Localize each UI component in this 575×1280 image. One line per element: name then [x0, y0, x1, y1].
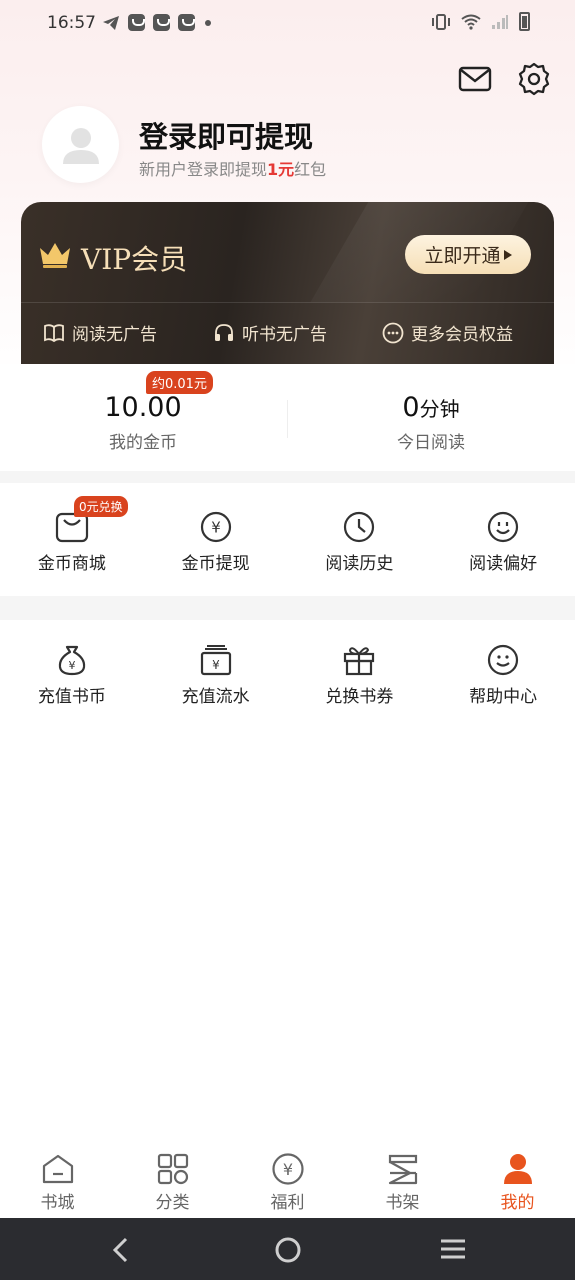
grid-label: 兑换书券 [325, 687, 394, 707]
svg-text:¥: ¥ [212, 658, 220, 672]
grid-item-coin-withdraw[interactable]: ¥ 金币提现 [144, 511, 288, 596]
grid-item-reading-preference[interactable]: 阅读偏好 [431, 511, 575, 596]
coins-label[interactable]: 我的金币 [53, 428, 233, 453]
grid-label: 帮助中心 [469, 687, 538, 707]
shop-app-icon [128, 14, 145, 31]
nav-label: 书架 [385, 1193, 420, 1213]
reading-time-value[interactable]: 0分钟 [341, 392, 521, 423]
tools-grid: 0元兑换 金币商城 ¥ 金币提现 阅读历史 阅读偏好 [0, 483, 575, 596]
stats-divider [287, 400, 288, 438]
play-icon [503, 249, 512, 260]
menu-icon[interactable] [440, 1238, 466, 1260]
vip-perk-no-ads-listening[interactable]: 听书无广告 [213, 320, 327, 345]
status-bar: 16:57 [0, 0, 575, 46]
nav-label: 福利 [270, 1193, 305, 1213]
shop-app-icon [153, 14, 170, 31]
vip-perk-no-ads-reading[interactable]: 阅读无广告 [43, 320, 157, 345]
svg-text:¥: ¥ [211, 519, 221, 537]
login-subtitle: 新用户登录即提现1元红包 [139, 156, 326, 180]
subtitle-text: 红包 [294, 160, 327, 179]
vip-open-button[interactable]: 立即开通 [405, 235, 531, 274]
category-icon [157, 1153, 188, 1185]
gift-icon [344, 647, 375, 676]
smiley-icon [488, 511, 519, 543]
grid-label: 阅读历史 [325, 554, 394, 574]
reading-time-label[interactable]: 今日阅读 [341, 428, 521, 453]
battery-icon [519, 12, 530, 31]
grid-label: 充值书币 [37, 687, 106, 707]
vip-open-label: 立即开通 [424, 245, 501, 267]
user-icon [503, 1154, 532, 1184]
nav-item-bookstore[interactable]: 书城 [0, 1140, 115, 1218]
nav-label: 分类 [155, 1193, 190, 1213]
grid-item-help-center[interactable]: 帮助中心 [431, 644, 575, 725]
home-icon [42, 1154, 73, 1184]
avatar[interactable] [42, 106, 119, 183]
vip-perk-more[interactable]: 更多会员权益 [382, 320, 513, 345]
money-bag-icon: ¥ [58, 645, 86, 676]
headphones-icon [215, 323, 233, 341]
vip-perk-label: 阅读无广告 [72, 325, 157, 345]
crown-icon [40, 243, 70, 268]
yen-coin-icon: ¥ [200, 511, 231, 543]
stats-panel: 约0.01元 10.00 我的金币 0分钟 今日阅读 [0, 364, 575, 471]
shop-app-icon [178, 14, 195, 31]
status-time: 16:57 [47, 13, 96, 33]
grid-label: 阅读偏好 [469, 554, 538, 574]
grid-label: 充值流水 [181, 687, 250, 707]
coin-mall-badge: 0元兑换 [74, 496, 128, 517]
book-icon [44, 323, 64, 342]
grid-label: 金币提现 [181, 554, 250, 574]
nav-label: 我的 [500, 1193, 535, 1213]
bottom-navigation: 书城 分类 ¥ 福利 书架 我的 [0, 1140, 575, 1218]
grid-item-recharge-coins[interactable]: ¥ 充值书币 [0, 644, 144, 725]
grid-item-reading-history[interactable]: 阅读历史 [288, 511, 432, 596]
subtitle-highlight: 1元 [267, 160, 295, 179]
svg-text:¥: ¥ [68, 659, 75, 672]
login-title[interactable]: 登录即可提现 [139, 114, 313, 156]
nav-item-welfare[interactable]: ¥ 福利 [230, 1140, 345, 1218]
user-placeholder-icon [63, 128, 99, 164]
bill-icon: ¥ [200, 645, 231, 676]
vip-card[interactable]: VIP会员 立即开通 阅读无广告 听书无广告 更多会员权益 [21, 202, 554, 364]
welfare-icon: ¥ [271, 1153, 304, 1185]
svg-text:¥: ¥ [282, 1160, 292, 1179]
back-icon[interactable] [110, 1237, 132, 1263]
gear-icon[interactable] [517, 62, 551, 96]
support-icon [488, 644, 519, 676]
notification-icons [102, 14, 211, 31]
system-navigation-bar [0, 1218, 575, 1280]
clock-icon [344, 511, 375, 543]
home-circle-icon[interactable] [274, 1236, 302, 1264]
vibrate-icon [432, 13, 450, 30]
grid-item-redeem-voucher[interactable]: 兑换书券 [288, 644, 432, 725]
nav-item-mine[interactable]: 我的 [460, 1140, 575, 1218]
reading-time-number: 0 [402, 392, 420, 423]
grid-item-recharge-records[interactable]: ¥ 充值流水 [144, 644, 288, 725]
bookshelf-icon [388, 1154, 417, 1185]
signal-icon [492, 14, 508, 29]
grid-label: 金币商城 [37, 554, 106, 574]
telegram-icon [103, 15, 119, 30]
subtitle-text: 新用户登录即提现 [139, 160, 268, 179]
mail-icon[interactable] [458, 64, 492, 94]
vip-perk-label: 更多会员权益 [411, 325, 513, 345]
grid-item-coin-mall[interactable]: 0元兑换 金币商城 [0, 496, 144, 596]
nav-item-bookshelf[interactable]: 书架 [345, 1140, 460, 1218]
coins-value[interactable]: 10.00 [53, 392, 233, 423]
vip-perk-label: 听书无广告 [242, 325, 327, 345]
coin-value-badge: 约0.01元 [146, 371, 213, 394]
more-icon [382, 322, 404, 343]
more-notifications-icon [205, 19, 211, 26]
vip-divider [21, 302, 554, 303]
section-divider [0, 471, 575, 483]
vip-title: VIP会员 [81, 243, 188, 276]
wifi-icon [461, 14, 481, 30]
nav-label: 书城 [40, 1193, 75, 1213]
system-icons [431, 12, 530, 31]
section-divider [0, 596, 575, 620]
nav-item-category[interactable]: 分类 [115, 1140, 230, 1218]
reading-time-unit: 分钟 [419, 397, 460, 421]
services-grid: ¥ 充值书币 ¥ 充值流水 兑换书券 帮助中心 [0, 620, 575, 725]
